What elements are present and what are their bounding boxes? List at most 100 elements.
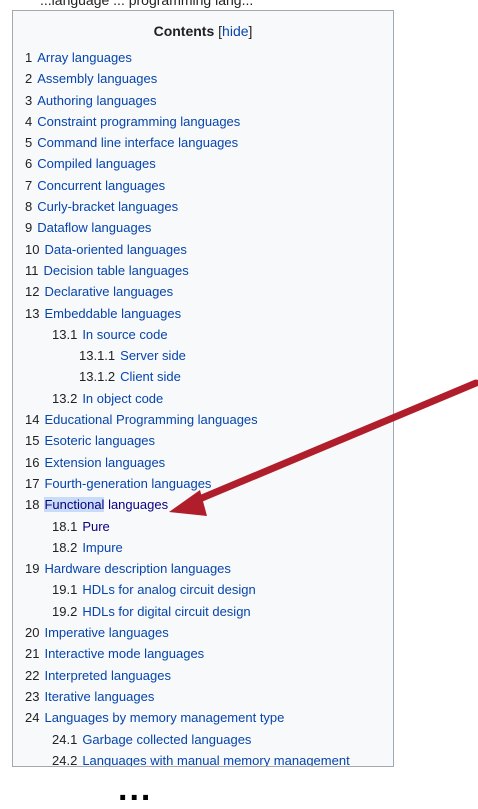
toc-item-9[interactable]: 9 Dataflow languages (13, 217, 393, 238)
toc-number: 4 (25, 113, 33, 129)
toc-number: 18.1 (52, 518, 78, 534)
toc-title: Contents [hide] (13, 23, 393, 39)
bracket-close: ] (248, 23, 253, 39)
toc-number: 10 (25, 241, 40, 257)
toc-text: In object code (82, 390, 164, 406)
hide-toc-link[interactable]: hide (222, 23, 248, 39)
toc-text: Decision table languages (43, 262, 189, 278)
toc-text: languages (104, 497, 169, 513)
toc-number: 1 (25, 50, 33, 65)
toc-text: Concurrent languages (37, 177, 166, 193)
toc-number: 19.1 (52, 582, 78, 598)
toc-text: Assembly languages (37, 71, 158, 87)
toc-item-23[interactable]: 23 Iterative languages (13, 686, 393, 707)
toc-number: 12 (25, 284, 40, 300)
toc-item-13-1-1[interactable]: 13.1.1 Server side (13, 345, 393, 366)
toc-item-10[interactable]: 10 Data-oriented languages (13, 239, 393, 260)
toc-number: 22 (25, 667, 40, 683)
toc-text: Impure (82, 539, 123, 555)
toc-number: 18 (25, 497, 40, 513)
toc-number: 8 (25, 199, 33, 215)
toc-text: Iterative languages (44, 688, 155, 704)
toc-number: 11 (25, 262, 39, 278)
toc-number: 24 (25, 710, 40, 726)
toc-number: 19 (25, 561, 40, 577)
toc-item-5[interactable]: 5 Command line interface languages (13, 132, 393, 153)
toc-text: Array languages (37, 50, 132, 65)
toc-text-highlight: Functional (44, 497, 105, 513)
toc-text: Authoring languages (37, 92, 157, 108)
toc-text: Extension languages (44, 454, 166, 470)
toc-number: 9 (25, 220, 33, 236)
toc-text: Esoteric languages (44, 433, 156, 449)
toc-item-6[interactable]: 6 Compiled languages (13, 153, 393, 174)
toc-list: 1 Array languages 2 Assembly languages 3 Auth… (13, 47, 393, 767)
toc-item-7[interactable]: 7 Concurrent languages (13, 175, 393, 196)
toc-text: Educational Programming languages (44, 412, 258, 428)
toc-number: 3 (25, 92, 33, 108)
toc-item-19[interactable]: 19 Hardware description languages (13, 558, 393, 579)
toc-text: Embeddable languages (44, 305, 182, 321)
toc-number: 20 (25, 625, 40, 641)
toc-item-2[interactable]: 2 Assembly languages (13, 68, 393, 89)
toc-text: Curly-bracket languages (37, 199, 179, 215)
toc-item-4[interactable]: 4 Constraint programming languages (13, 111, 393, 132)
toc-text: Languages with manual memory management (82, 752, 350, 767)
toc-item-24-2[interactable]: 24.2 Languages with manual memory managem… (13, 750, 393, 767)
toc-text: Garbage collected languages (82, 731, 252, 747)
toc-item-1[interactable]: 1 Array languages (13, 47, 393, 68)
toc-item-19-1[interactable]: 19.1 HDLs for analog circuit design (13, 579, 393, 600)
toc-text: Dataflow languages (37, 220, 152, 236)
toc-text: Imperative languages (44, 625, 169, 641)
toc-item-24-1[interactable]: 24.1 Garbage collected languages (13, 729, 393, 750)
toc-text: Languages by memory management type (44, 710, 285, 726)
toc-text: Compiled languages (37, 156, 156, 172)
toc-item-18-2[interactable]: 18.2 Impure (13, 537, 393, 558)
toc-number: 17 (25, 475, 40, 491)
toc-item-12[interactable]: 12 Declarative languages (13, 281, 393, 302)
toc-text: Interpreted languages (44, 667, 171, 683)
toc-item-13-1[interactable]: 13.1 In source code (13, 324, 393, 345)
contents-heading: Contents (153, 23, 215, 39)
toc-item-13-2[interactable]: 13.2 In object code (13, 388, 393, 409)
toc-number: 19.2 (52, 603, 78, 619)
toc-text: Data-oriented languages (44, 241, 187, 257)
toc-text: Server side (120, 348, 186, 364)
toc-number: 13.1.2 (79, 369, 116, 385)
toc-item-19-2[interactable]: 19.2 HDLs for digital circuit design (13, 601, 393, 622)
toc-item-11[interactable]: 11 Decision table languages (13, 260, 393, 281)
toc-text: HDLs for digital circuit design (82, 603, 251, 619)
toc-number: 21 (25, 646, 40, 662)
toc-item-13[interactable]: 13 Embeddable languages (13, 303, 393, 324)
cut-off-heading: ...language ... programming lang... (40, 0, 254, 8)
toc-item-8[interactable]: 8 Curly-bracket languages (13, 196, 393, 217)
toc-item-17[interactable]: 17 Fourth-generation languages (13, 473, 393, 494)
toc-number: 6 (25, 156, 33, 172)
toc-text: Declarative languages (44, 284, 174, 300)
toc-number: 13.1.1 (79, 348, 116, 364)
toc-number: 13.2 (52, 390, 78, 406)
toc-text: Hardware description languages (44, 561, 231, 577)
toc-item-15[interactable]: 15 Esoteric languages (13, 430, 393, 451)
toc-number: 13.1 (52, 326, 78, 342)
table-of-contents: Contents [hide] 1 Array languages 2 Assembl… (12, 10, 394, 767)
toc-item-13-1-2[interactable]: 13.1.2 Client side (13, 366, 393, 387)
toc-number: 7 (25, 177, 33, 193)
toc-item-3[interactable]: 3 Authoring languages (13, 90, 393, 111)
toc-text: HDLs for analog circuit design (82, 582, 256, 598)
toc-item-22[interactable]: 22 Interpreted languages (13, 665, 393, 686)
toc-item-18[interactable]: 18 Functional languages (13, 494, 393, 515)
toc-item-21[interactable]: 21 Interactive mode languages (13, 643, 393, 664)
toc-item-18-1[interactable]: 18.1 Pure (13, 516, 393, 537)
toc-item-14[interactable]: 14 Educational Programming languages (13, 409, 393, 430)
toc-number: 13 (25, 305, 40, 321)
toc-number: 18.2 (52, 539, 78, 555)
toc-number: 14 (25, 412, 40, 428)
toc-text: Client side (120, 369, 181, 385)
toc-number: 23 (25, 688, 40, 704)
toc-item-16[interactable]: 16 Extension languages (13, 452, 393, 473)
toc-item-20[interactable]: 20 Imperative languages (13, 622, 393, 643)
toc-number: 15 (25, 433, 40, 449)
toc-item-24[interactable]: 24 Languages by memory management type (13, 707, 393, 728)
more-ellipsis: ... (118, 770, 153, 808)
